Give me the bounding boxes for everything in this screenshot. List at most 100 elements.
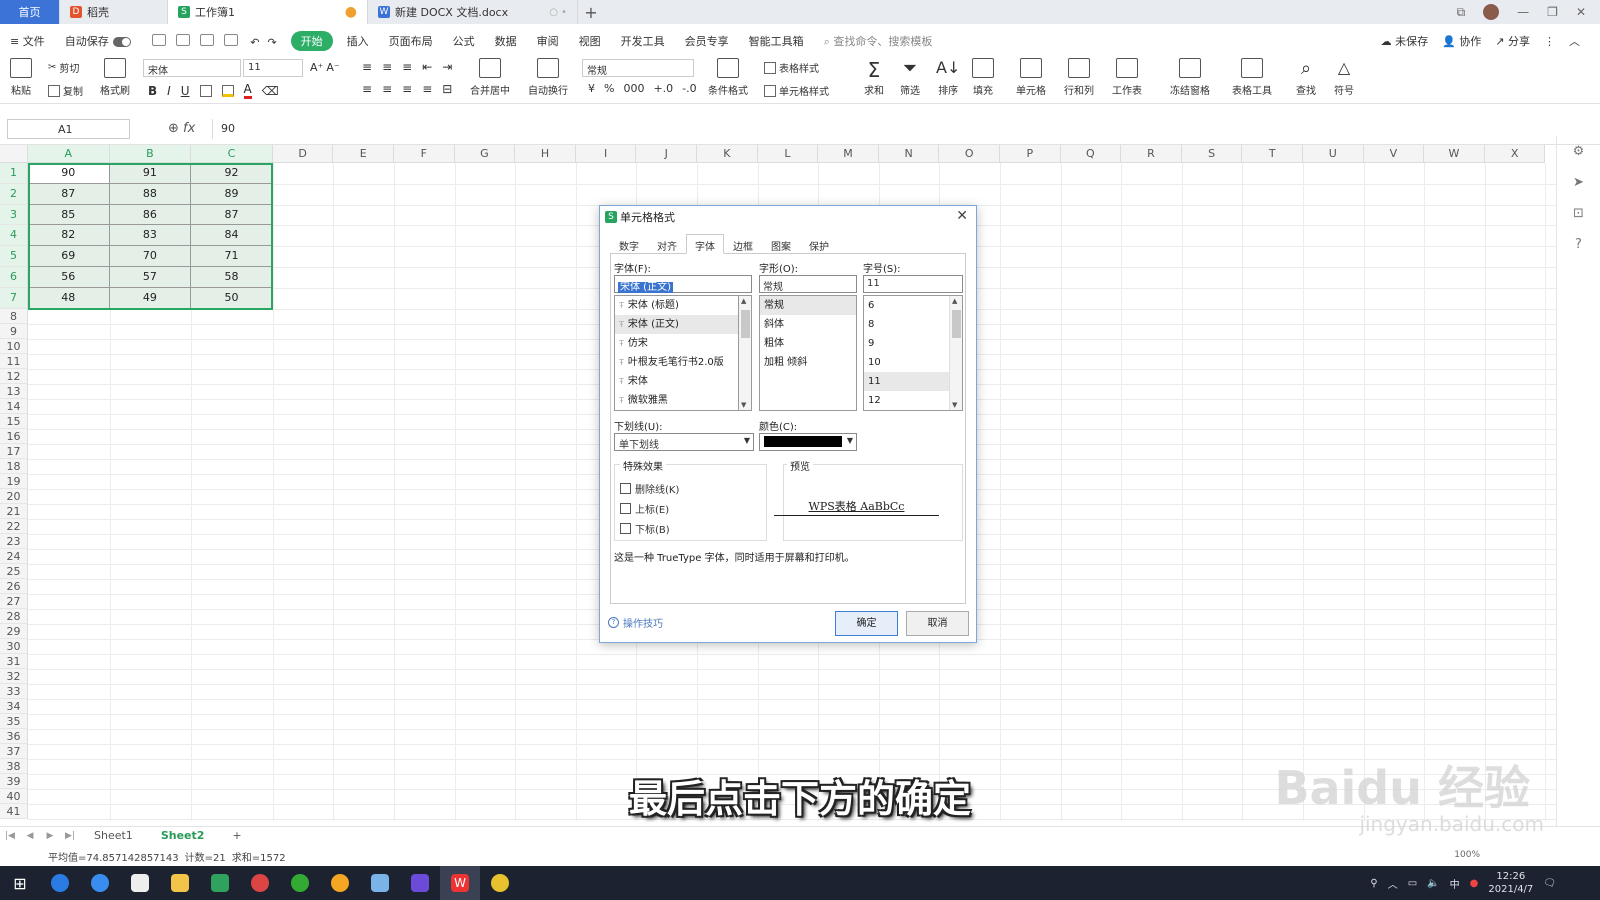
clock[interactable]: 12:26 2021/4/7 (1488, 870, 1533, 896)
column-header[interactable]: C (191, 145, 273, 163)
taskbar-app[interactable] (360, 866, 400, 900)
scroll-down-icon[interactable]: ▼ (741, 401, 746, 409)
list-item[interactable]: 斜体 (760, 315, 856, 334)
row-header[interactable]: 20 (0, 488, 28, 504)
taskbar-app[interactable] (200, 866, 240, 900)
row-header[interactable]: 31 (0, 653, 28, 669)
new-tab-button[interactable]: + (578, 0, 604, 24)
table-cell[interactable]: 91 (109, 163, 192, 184)
italic-icon[interactable]: I (167, 84, 171, 98)
antivirus-icon[interactable]: ● (1470, 878, 1479, 889)
indent-decrease-icon[interactable]: ⇤ (422, 60, 432, 74)
tab-number[interactable]: 数字 (610, 234, 648, 253)
menu-developer[interactable]: 开发工具 (611, 33, 675, 49)
filter-button[interactable]: ⏷ 筛选 (900, 58, 920, 97)
scroll-down-icon[interactable]: ▼ (952, 401, 957, 409)
format-painter-button[interactable]: 格式刷 (100, 58, 130, 97)
cell-style-button[interactable]: 单元格样式 (764, 83, 829, 98)
column-header[interactable]: N (878, 145, 940, 163)
indent-increase-icon[interactable]: ⇥ (442, 60, 452, 74)
font-size-select[interactable]: 11 (243, 59, 303, 77)
row-header[interactable]: 14 (0, 398, 28, 414)
tab-pattern[interactable]: 图案 (762, 234, 800, 253)
column-header[interactable]: J (636, 145, 697, 163)
table-cell[interactable]: 88 (109, 183, 192, 205)
formula-input[interactable]: 90 (212, 119, 1562, 139)
more-icon[interactable]: ⋮ (1544, 35, 1555, 48)
size-input[interactable]: 11 (863, 275, 963, 293)
table-cell[interactable]: 83 (109, 225, 192, 247)
tips-link[interactable]: ? 操作技巧 (608, 615, 663, 630)
grow-font-icon[interactable]: A⁺ (310, 61, 323, 74)
layout-icon[interactable]: ⧉ (1457, 5, 1466, 20)
tab-workbook[interactable]: S 工作簿1 ● (168, 0, 368, 24)
zoom-level[interactable]: 100% (1454, 850, 1480, 860)
strikethrough-checkbox[interactable]: 删除线(K) (620, 481, 679, 496)
tray-chevron-icon[interactable]: ︿ (1388, 876, 1398, 891)
align-top-icon[interactable]: ≡ (362, 60, 372, 74)
percent-icon[interactable]: % (604, 82, 614, 95)
row-header[interactable]: 7 (0, 287, 28, 309)
column-header[interactable]: B (109, 145, 192, 163)
font-list-scrollbar[interactable]: ▲ ▼ (739, 295, 752, 411)
row-header[interactable]: 22 (0, 518, 28, 534)
open-icon[interactable] (175, 33, 190, 46)
tab-docx[interactable]: W 新建 DOCX 文档.docx ○ • (368, 0, 578, 24)
row-header[interactable]: 12 (0, 368, 28, 384)
align-left-icon[interactable]: ≡ (362, 82, 372, 96)
column-header[interactable]: T (1242, 145, 1303, 163)
help-icon[interactable]: ? (1575, 237, 1582, 252)
row-header[interactable]: 10 (0, 338, 28, 354)
column-header[interactable]: P (1000, 145, 1061, 163)
volume-icon[interactable]: 🔈 (1427, 878, 1439, 889)
fill-button[interactable]: 填充 (972, 58, 994, 97)
scroll-up-icon[interactable]: ▲ (741, 297, 746, 305)
row-header[interactable]: 36 (0, 728, 28, 744)
row-header[interactable]: 27 (0, 593, 28, 609)
shrink-font-icon[interactable]: A⁻ (326, 61, 339, 74)
list-item[interactable]: 加粗 倾斜 (760, 353, 856, 372)
row-header[interactable]: 3 (0, 204, 28, 226)
row-header[interactable]: 8 (0, 308, 28, 324)
row-header[interactable]: 35 (0, 713, 28, 729)
property-icon[interactable]: ⊡ (1573, 206, 1584, 221)
scroll-up-icon[interactable]: ▲ (952, 297, 957, 305)
taskbar-app[interactable] (160, 866, 200, 900)
scrollbar[interactable]: ▲ ▼ (739, 296, 751, 410)
row-header[interactable]: 37 (0, 743, 28, 759)
border-icon[interactable] (199, 84, 212, 97)
next-sheet-icon[interactable]: ▶ (40, 831, 60, 841)
column-header[interactable]: O (939, 145, 1000, 163)
justify-icon[interactable]: ≡ (422, 82, 432, 96)
align-bottom-icon[interactable]: ≡ (402, 60, 412, 74)
table-cell[interactable]: 84 (191, 225, 273, 247)
unsaved-button[interactable]: ☁ 未保存 (1381, 33, 1429, 49)
menu-member[interactable]: 会员专享 (675, 33, 739, 49)
column-header[interactable]: H (515, 145, 576, 163)
column-header[interactable]: D (272, 145, 334, 163)
first-sheet-icon[interactable]: |◀ (0, 831, 20, 841)
fx-icon[interactable]: fx (183, 121, 195, 136)
font-name-select[interactable]: 宋体 (143, 59, 241, 77)
tab-font[interactable]: 字体 (686, 234, 724, 254)
list-item[interactable]: Ŧ 仿宋 (615, 334, 738, 353)
taskbar-app[interactable]: W (440, 866, 480, 900)
menu-smart-tools[interactable]: 智能工具箱 (739, 33, 814, 49)
table-cell[interactable]: 87 (28, 183, 110, 205)
tab-protection[interactable]: 保护 (800, 234, 838, 253)
start-button[interactable]: ⊞ (0, 866, 40, 900)
cut-button[interactable]: ✂ 剪切 (48, 60, 79, 75)
symbol-button[interactable]: △ 符号 (1334, 58, 1354, 97)
row-header[interactable]: 15 (0, 413, 28, 429)
column-header[interactable]: E (333, 145, 394, 163)
row-header[interactable]: 16 (0, 428, 28, 444)
rowcol-button[interactable]: 行和列 (1064, 58, 1094, 97)
ok-button[interactable]: 确定 (835, 611, 898, 636)
table-cell[interactable]: 58 (191, 267, 273, 288)
tab-daoke[interactable]: D 稻壳 (60, 0, 168, 24)
people-icon[interactable]: ⚲ (1370, 878, 1377, 889)
column-header[interactable]: V (1363, 145, 1425, 163)
column-header[interactable]: U (1303, 145, 1364, 163)
row-header[interactable]: 28 (0, 608, 28, 624)
taskbar-app[interactable] (400, 866, 440, 900)
